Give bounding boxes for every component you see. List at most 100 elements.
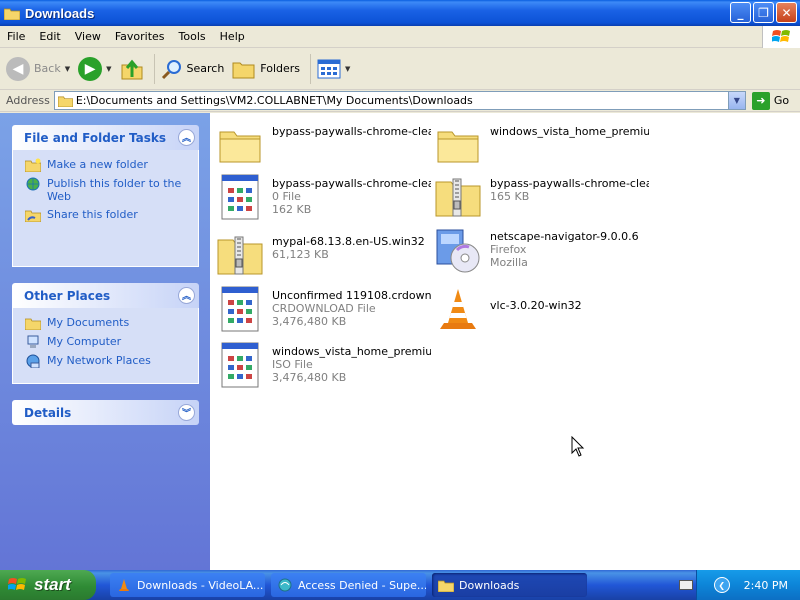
place-my-network-places[interactable]: My Network Places: [25, 354, 188, 368]
toolbar-separator: [310, 53, 312, 84]
title-bar[interactable]: Downloads _ ❐ ✕: [0, 0, 800, 26]
chevron-down-icon[interactable]: ▼: [345, 65, 350, 73]
chevron-down-icon[interactable]: ▼: [65, 65, 70, 73]
place-my-computer[interactable]: My Computer: [25, 335, 188, 349]
folder-icon: [216, 121, 264, 169]
taskbar-button-downloads[interactable]: Downloads: [432, 573, 587, 597]
menu-tools[interactable]: Tools: [172, 30, 213, 43]
folder-icon: [434, 121, 482, 169]
task-pane: File and Folder Tasks ︽ Make a new folde…: [0, 113, 210, 570]
folder-icon: [4, 8, 20, 20]
task-share-folder[interactable]: Share this folder: [25, 208, 188, 222]
collapse-chevron-icon[interactable]: ︽: [178, 129, 195, 146]
task-publish-folder[interactable]: Publish this folder to the Web: [25, 177, 188, 203]
folders-label: Folders: [260, 62, 301, 75]
forward-arrow-icon: ▶: [78, 56, 103, 81]
go-button[interactable]: ➜ Go: [751, 91, 790, 110]
file-item[interactable]: vlc-3.0.20-win32: [434, 285, 649, 333]
search-label: Search: [186, 62, 225, 75]
task-make-new-folder[interactable]: Make a new folder: [25, 158, 188, 172]
file-item[interactable]: bypass-paywalls-chrome-clea... 0 File 16…: [216, 173, 431, 221]
file-description: Firefox: [490, 243, 527, 256]
panel-header[interactable]: File and Folder Tasks ︽: [12, 125, 199, 150]
start-label: start: [34, 575, 71, 594]
expand-chevron-icon[interactable]: ︾: [178, 404, 195, 421]
back-label: Back: [34, 62, 61, 75]
new-folder-icon: [25, 158, 41, 172]
folders-button[interactable]: Folders: [232, 58, 300, 80]
globe-icon: [26, 177, 40, 191]
file-item[interactable]: windows_vista_home_premiu... ISO File 3,…: [216, 341, 431, 389]
maximize-button[interactable]: ❐: [753, 2, 774, 23]
start-button[interactable]: start: [0, 570, 96, 600]
up-folder-button[interactable]: [120, 57, 144, 81]
windows-logo-icon: [762, 26, 800, 48]
window-title: Downloads: [25, 5, 95, 21]
folder-icon: [57, 95, 73, 107]
file-item[interactable]: windows_vista_home_premiu...: [434, 121, 649, 169]
taskbar: start Downloads - VideoLA... Access Deni…: [0, 570, 800, 600]
file-size: 61,123 KB: [272, 248, 329, 261]
file-size: 3,476,480 KB: [272, 371, 347, 384]
vlc-cone-icon: [119, 579, 129, 591]
go-label: Go: [773, 94, 790, 107]
file-item[interactable]: netscape-navigator-9.0.0.6 Firefox Mozil…: [434, 226, 649, 274]
file-name: windows_vista_home_premiu...: [272, 345, 431, 358]
up-folder-icon: [121, 59, 142, 79]
address-bar: Address E:\Documents and Settings\VM2.CO…: [0, 90, 800, 112]
toolbar-separator: [153, 53, 155, 84]
keyboard-icon[interactable]: [679, 580, 693, 590]
file-item[interactable]: Unconfirmed 119108.crdownload CRDOWNLOAD…: [216, 285, 431, 333]
close-button[interactable]: ✕: [776, 2, 797, 23]
file-name: windows_vista_home_premiu...: [490, 125, 649, 138]
file-type: CRDOWNLOAD File: [272, 302, 376, 315]
panel-title: Other Places: [24, 288, 111, 303]
forward-button[interactable]: ▶ ▼: [78, 56, 112, 81]
panel-header[interactable]: Details ︾: [12, 400, 199, 425]
chevron-down-icon[interactable]: ▼: [727, 92, 745, 109]
installer-cd-icon: [434, 226, 482, 274]
views-button[interactable]: ▼: [317, 59, 350, 79]
my-computer-icon: [27, 335, 39, 348]
taskbar-button-vlc[interactable]: Downloads - VideoLA...: [110, 573, 265, 597]
go-arrow-icon: ➜: [751, 91, 770, 110]
search-button[interactable]: Search: [161, 58, 225, 80]
vlc-cone-icon: [434, 285, 482, 333]
file-type: 0 File: [272, 190, 301, 203]
address-label: Address: [6, 94, 50, 107]
file-name: netscape-navigator-9.0.0.6: [490, 230, 639, 243]
menu-file[interactable]: File: [0, 30, 32, 43]
network-places-icon: [26, 354, 40, 368]
back-button[interactable]: ◀ Back ▼: [6, 56, 70, 81]
collapse-chevron-icon[interactable]: ︽: [178, 287, 195, 304]
file-name: bypass-paywalls-chrome-clea...: [490, 177, 649, 190]
file-view[interactable]: bypass-paywalls-chrome-clea... windows_v…: [210, 113, 800, 570]
tray-expand-icon[interactable]: ❮: [713, 577, 730, 593]
place-my-documents[interactable]: My Documents: [25, 316, 188, 330]
back-arrow-icon: ◀: [6, 56, 30, 81]
address-value: E:\Documents and Settings\VM2.COLLABNET\…: [75, 94, 473, 107]
taskbar-button-browser[interactable]: Access Denied - Supe...: [271, 573, 426, 597]
file-type: ISO File: [272, 358, 313, 371]
windows-flag-icon: [8, 578, 26, 590]
system-tray: ❮ 2:40 PM: [679, 570, 800, 600]
views-icon: [317, 59, 341, 78]
zip-folder-icon: [434, 173, 482, 221]
file-name: bypass-paywalls-chrome-clea...: [272, 177, 431, 190]
panel-header[interactable]: Other Places ︽: [12, 283, 199, 308]
file-size: 165 KB: [490, 190, 530, 203]
menu-help[interactable]: Help: [213, 30, 252, 43]
menu-view[interactable]: View: [68, 30, 108, 43]
clock[interactable]: 2:40 PM: [744, 579, 788, 592]
chevron-down-icon[interactable]: ▼: [106, 65, 111, 73]
file-size: 3,476,480 KB: [272, 315, 347, 328]
minimize-button[interactable]: _: [730, 2, 751, 23]
file-item[interactable]: bypass-paywalls-chrome-clea...: [216, 121, 431, 169]
generic-file-icon: [216, 173, 264, 221]
menu-favorites[interactable]: Favorites: [108, 30, 172, 43]
address-input[interactable]: E:\Documents and Settings\VM2.COLLABNET\…: [53, 91, 746, 110]
zip-folder-icon: [216, 231, 264, 279]
menu-edit[interactable]: Edit: [32, 30, 67, 43]
file-item[interactable]: bypass-paywalls-chrome-clea... 165 KB: [434, 173, 649, 221]
file-item[interactable]: mypal-68.13.8.en-US.win32 61,123 KB: [216, 231, 431, 279]
